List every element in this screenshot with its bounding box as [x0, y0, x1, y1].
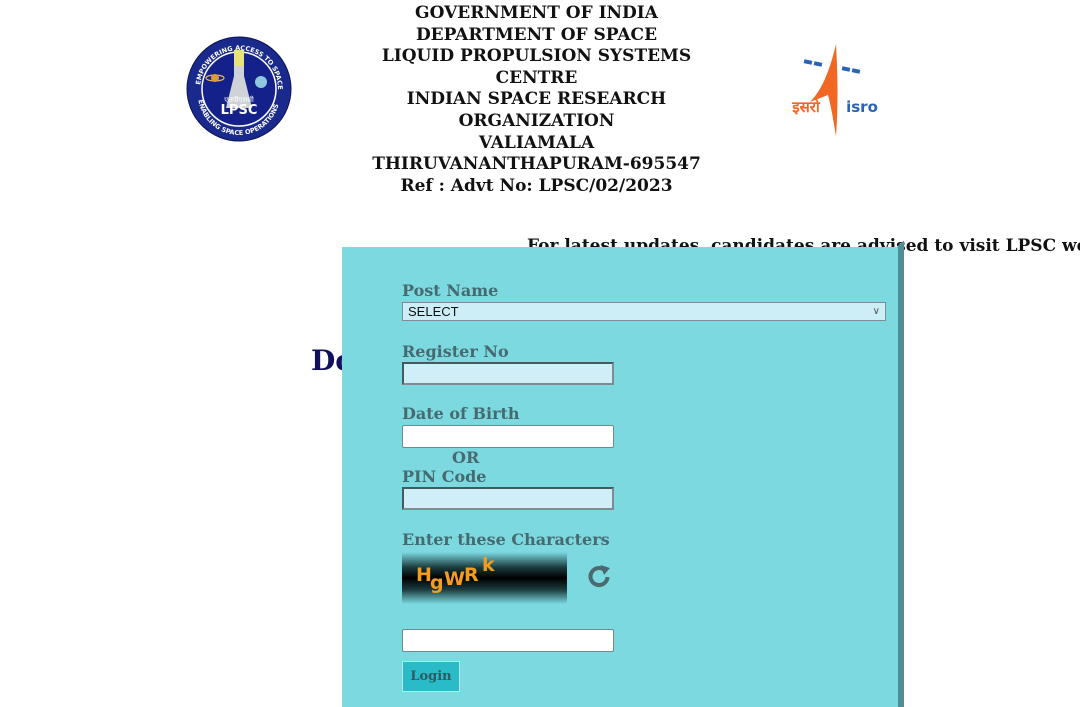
header-line: VALIAMALA: [478, 132, 595, 153]
captcha-input[interactable]: [402, 629, 614, 652]
post-name-selected-value: SELECT: [408, 304, 459, 319]
refresh-captcha-icon[interactable]: [586, 563, 612, 589]
header-line: LIQUID PROPULSION SYSTEMS: [381, 46, 692, 67]
pin-code-label: PIN Code: [402, 467, 487, 486]
captcha-char: g: [430, 572, 444, 594]
header-line: INDIAN SPACE RESEARCH: [406, 89, 667, 110]
captcha-char: W: [444, 568, 465, 590]
header-line: DEPARTMENT OF SPACE: [415, 24, 658, 45]
or-label: OR: [452, 448, 480, 467]
pin-code-input[interactable]: [402, 487, 614, 510]
post-name-select[interactable]: SELECT ∨: [402, 302, 886, 321]
header-line: CENTRE: [495, 67, 578, 88]
captcha-label: Enter these Characters: [402, 530, 610, 549]
login-panel: Post Name SELECT ∨ Register No Date of B…: [342, 247, 904, 707]
dob-label: Date of Birth: [402, 404, 520, 423]
captcha-char: R: [464, 564, 479, 586]
svg-text:इसरो: इसरो: [791, 98, 821, 116]
isro-logo: इसरो isro: [784, 40, 888, 138]
header-line: GOVERNMENT OF INDIA: [415, 3, 658, 23]
header-line: THIRUVANANTHAPURAM-695547: [372, 154, 701, 175]
captcha-char: k: [482, 554, 495, 576]
organization-header: GOVERNMENT OF INDIA DEPARTMENT OF SPACE …: [370, 3, 703, 197]
post-name-label: Post Name: [402, 281, 499, 300]
header-line: ORGANIZATION: [458, 110, 615, 131]
svg-text:isro: isro: [846, 98, 878, 116]
lpsc-logo: एलपीएससी LPSC EMPOWERING ACCESS TO SPACE…: [186, 36, 292, 142]
login-button[interactable]: Login: [402, 661, 460, 692]
reference-number: Ref : Advt No: LPSC/02/2023: [400, 175, 673, 196]
register-no-label: Register No: [402, 342, 509, 361]
svg-text:LPSC: LPSC: [221, 103, 258, 118]
chevron-down-icon: ∨: [872, 306, 880, 317]
register-no-input[interactable]: [402, 362, 614, 385]
dob-input[interactable]: [402, 425, 614, 448]
captcha-image: H g W R k: [402, 552, 567, 604]
